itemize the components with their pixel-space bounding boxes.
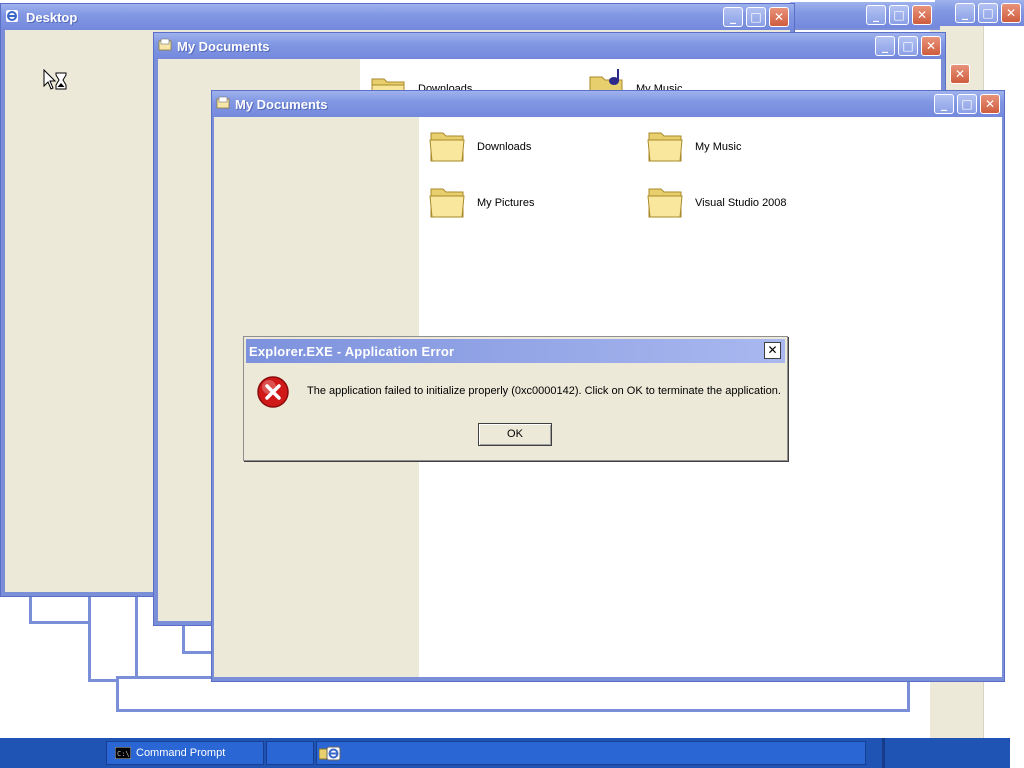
taskbar-separator bbox=[882, 738, 885, 768]
folder-label: My Pictures bbox=[477, 197, 535, 209]
window-title: My Documents bbox=[235, 97, 328, 112]
explorer-icon bbox=[319, 746, 341, 761]
maximize-button[interactable]: □ bbox=[898, 36, 918, 56]
dialog-title: Explorer.EXE - Application Error bbox=[249, 344, 455, 359]
window-titlebar[interactable]: My Documents _ □ ✕ bbox=[212, 91, 1004, 117]
maximize-button[interactable]: □ bbox=[746, 7, 766, 27]
minimize-button[interactable]: _ bbox=[723, 7, 743, 27]
window-title: My Documents bbox=[177, 39, 270, 54]
ok-button[interactable]: OK bbox=[478, 423, 552, 446]
folder-icon bbox=[158, 38, 172, 51]
dialog-titlebar[interactable]: Explorer.EXE - Application Error ✕ bbox=[246, 339, 785, 363]
folder-label: Visual Studio 2008 bbox=[695, 197, 787, 209]
minimize-button[interactable]: _ bbox=[875, 36, 895, 56]
minimize-button[interactable]: _ bbox=[866, 5, 886, 25]
close-button[interactable]: ✕ bbox=[980, 94, 1000, 114]
taskbar: C:\ Command Prompt bbox=[0, 738, 1024, 768]
maximize-button[interactable]: □ bbox=[957, 94, 977, 114]
svg-text:C:\: C:\ bbox=[117, 750, 130, 758]
folder-label: My Music bbox=[695, 141, 742, 153]
busy-cursor-icon bbox=[43, 69, 67, 90]
close-button[interactable]: ✕ bbox=[921, 36, 941, 56]
folder-icon bbox=[216, 96, 230, 109]
folder-icon bbox=[647, 132, 683, 162]
window-titlebar[interactable]: My Documents _ □ ✕ bbox=[154, 33, 945, 59]
window-title: Desktop bbox=[26, 10, 78, 25]
taskbar-item-explorer[interactable] bbox=[316, 741, 866, 765]
dialog-message: The application failed to initialize pro… bbox=[307, 385, 781, 397]
folder-icon bbox=[429, 188, 465, 218]
folder-icon bbox=[647, 188, 683, 218]
folder-label: Downloads bbox=[477, 141, 532, 153]
close-button[interactable]: ✕ bbox=[1001, 3, 1021, 23]
error-icon bbox=[257, 376, 289, 408]
taskbar-item-label: Command Prompt bbox=[136, 747, 226, 759]
minimize-button[interactable]: _ bbox=[934, 94, 954, 114]
window-titlebar[interactable]: Desktop _ □ ✕ bbox=[1, 4, 794, 30]
minimize-button[interactable]: _ bbox=[955, 3, 975, 23]
maximize-button[interactable]: □ bbox=[889, 5, 909, 25]
system-tray bbox=[1010, 738, 1024, 768]
close-button[interactable]: ✕ bbox=[769, 7, 789, 27]
ghost-window-titlebar: _ □ ✕ bbox=[790, 2, 940, 30]
ghost-window-frame bbox=[88, 590, 138, 682]
taskbar-item-blank[interactable] bbox=[266, 741, 314, 765]
close-button[interactable]: ✕ bbox=[950, 64, 970, 84]
close-button[interactable]: ✕ bbox=[912, 5, 932, 25]
folder-icon bbox=[429, 132, 465, 162]
dialog-close-button[interactable]: ✕ bbox=[764, 342, 781, 359]
restore-button[interactable]: □ bbox=[978, 3, 998, 23]
taskbar-item-command-prompt[interactable]: C:\ Command Prompt bbox=[106, 741, 264, 765]
ghost-window-titlebar: _ □ ✕ bbox=[935, 0, 1024, 26]
application-error-dialog: Explorer.EXE - Application Error ✕ The a… bbox=[243, 336, 788, 461]
explorer-icon bbox=[6, 10, 18, 22]
cmd-icon: C:\ bbox=[115, 747, 131, 759]
